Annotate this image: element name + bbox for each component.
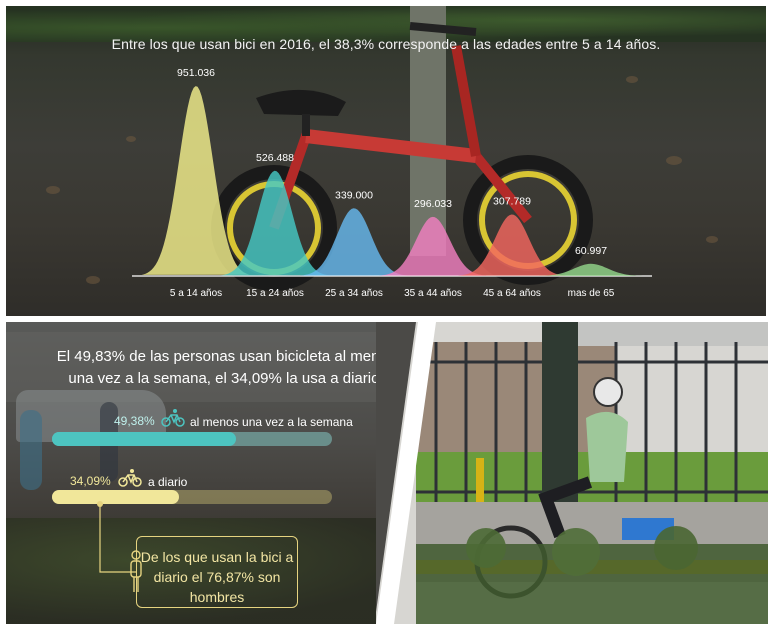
- cyclist-shirt: [586, 411, 628, 482]
- age-peak-2: [299, 208, 408, 276]
- men-callout-box: De los que usan la bici a diario el 76,8…: [136, 536, 298, 608]
- panel-divider: [376, 322, 436, 624]
- category-label: 15 a 24 años: [246, 288, 304, 299]
- age-distribution-chart: 951.036 5 a 14 años 526.488 15 a 24 años 339…: [132, 67, 652, 299]
- value-label: 307.789: [493, 196, 531, 208]
- cyclist-photo: [376, 322, 768, 624]
- value-label: 526.488: [256, 152, 294, 164]
- value-label: 296.033: [414, 198, 452, 210]
- helmet: [593, 377, 623, 407]
- value-label: 339.000: [335, 189, 373, 201]
- age-peak-0: [141, 86, 250, 275]
- value-label: 60.997: [575, 245, 607, 257]
- age-peak-4: [457, 214, 566, 276]
- chart-title: Entre los que usan bici en 2016, el 38,3…: [111, 36, 661, 52]
- age-peak-1: [220, 170, 329, 276]
- category-label: 5 a 14 años: [170, 288, 222, 299]
- men-callout-text: De los que usan la bici a diario el 76,8…: [140, 549, 294, 605]
- category-label: 45 a 64 años: [483, 288, 541, 299]
- frequency-panel: El 49,83% de las personas usan bicicleta…: [6, 322, 416, 624]
- category-label: 25 a 34 años: [325, 288, 383, 299]
- category-label: 35 a 44 años: [404, 288, 462, 299]
- value-label: 951.036: [177, 67, 215, 79]
- top-panel: 951.036 5 a 14 años 526.488 15 a 24 años 339…: [6, 6, 766, 316]
- category-label: mas de 65: [568, 288, 615, 299]
- age-peak-3: [378, 216, 487, 276]
